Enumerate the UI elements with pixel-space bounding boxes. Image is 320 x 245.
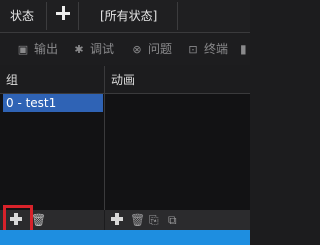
add-animation-button[interactable] (110, 212, 124, 226)
error-icon: ⊗ (132, 43, 142, 56)
tab-all-status[interactable]: [所有状态] (100, 4, 157, 28)
terminal-icon: ⊡ (188, 43, 198, 56)
animations-list (105, 94, 250, 210)
toolbar-more-icon[interactable]: ▮ (240, 41, 247, 57)
tab-status[interactable]: 状态 (10, 4, 34, 28)
output-toolbar: ▣ 输出 ✱ 调试 ⊗ 问题 ⊡ 终端 ▮ (0, 33, 250, 65)
copy-animation-icon[interactable]: ⎘ (149, 213, 163, 229)
add-tab-button[interactable] (56, 6, 70, 20)
tab-divider (177, 2, 178, 30)
tab-divider (78, 2, 79, 30)
delete-group-icon[interactable]: 🗑 (31, 213, 46, 229)
tab-divider (46, 2, 47, 30)
list-item[interactable]: 0 - test1 (3, 94, 103, 112)
delete-animation-icon[interactable]: 🗑 (130, 213, 145, 229)
status-bar (0, 230, 250, 245)
bug-icon: ✱ (74, 43, 84, 56)
output-icon: ▣ (17, 43, 29, 56)
animations-bottom-toolbar: 🗑 ⎘ ⧉ (105, 210, 250, 230)
toolbar-output[interactable]: ▣ 输出 (16, 41, 58, 57)
toolbar-terminal[interactable]: ⊡ 终端 (186, 41, 228, 57)
toolbar-problems[interactable]: ⊗ 问题 (130, 41, 172, 57)
groups-header: 组 (0, 66, 104, 94)
animations-header: 动画 (105, 66, 250, 94)
paste-animation-icon[interactable]: ⧉ (168, 213, 182, 229)
toolbar-debug[interactable]: ✱ 调试 (72, 41, 114, 57)
tab-bar: 状态 [所有状态] (0, 0, 250, 33)
groups-list: 0 - test1 (0, 94, 104, 210)
